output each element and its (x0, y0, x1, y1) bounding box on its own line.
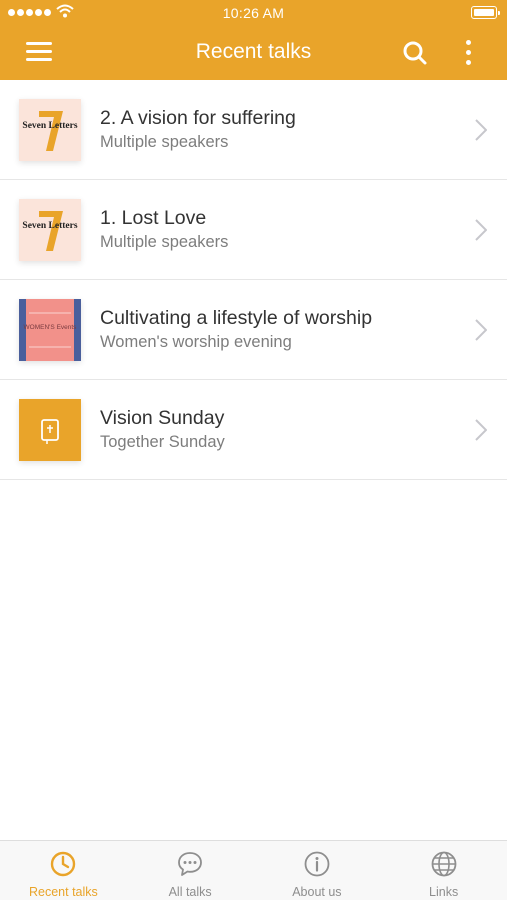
battery-icon (471, 6, 500, 19)
tab-links[interactable]: Links (380, 841, 507, 900)
page-title: Recent talks (195, 40, 312, 63)
talk-thumbnail: WOMEN'S Events (19, 299, 81, 361)
talk-subtitle: Together Sunday (100, 433, 225, 451)
talk-row[interactable]: Vision Sunday Together Sunday (0, 380, 507, 480)
status-time: 10:26 AM (222, 5, 285, 21)
tab-label: About us (292, 885, 342, 899)
thumbnail-text: Seven Letters (22, 121, 77, 131)
tab-label: All talks (168, 885, 212, 899)
talk-thumbnail: Seven Letters (19, 99, 81, 161)
talk-thumbnail (19, 399, 81, 461)
talk-title: Vision Sunday (100, 407, 225, 429)
chevron-right-icon (475, 119, 487, 141)
talk-subtitle: Women's worship evening (100, 333, 292, 351)
thumbnail-text: WOMEN'S Events (24, 324, 78, 331)
tab-bar: Recent talks All talks About us Links (0, 840, 507, 900)
tab-about-us[interactable]: About us (254, 841, 381, 900)
tab-all-talks[interactable]: All talks (127, 841, 254, 900)
talk-subtitle: Multiple speakers (100, 233, 229, 251)
search-icon[interactable] (400, 38, 430, 68)
more-vertical-icon[interactable] (458, 38, 478, 68)
globe-icon (431, 851, 457, 877)
info-icon (304, 851, 330, 877)
tab-label: Links (429, 885, 459, 899)
tab-recent-talks[interactable]: Recent talks (0, 841, 127, 900)
speech-bubble-icon (178, 852, 203, 876)
talk-title: Cultivating a lifestyle of worship (100, 307, 373, 329)
status-bar: 10:26 AM (0, 0, 507, 26)
talk-row[interactable]: Seven Letters 2. A vision for suffering … (0, 80, 507, 180)
chevron-right-icon (475, 219, 487, 241)
talk-thumbnail: Seven Letters (19, 199, 81, 261)
talk-row[interactable]: WOMEN'S Events Cultivating a lifestyle o… (0, 280, 507, 380)
chevron-right-icon (475, 419, 487, 441)
talk-title: 2. A vision for suffering (100, 107, 296, 129)
thumbnail-text: Seven Letters (22, 221, 77, 231)
talks-list: Seven Letters 2. A vision for suffering … (0, 80, 507, 480)
talk-subtitle: Multiple speakers (100, 133, 229, 151)
talk-row[interactable]: Seven Letters 1. Lost Love Multiple spea… (0, 180, 507, 280)
nav-bar: Recent talks (0, 26, 507, 80)
chevron-right-icon (475, 319, 487, 341)
talk-title: 1. Lost Love (100, 207, 207, 229)
tab-label: Recent talks (28, 885, 98, 899)
clock-icon (51, 851, 76, 877)
